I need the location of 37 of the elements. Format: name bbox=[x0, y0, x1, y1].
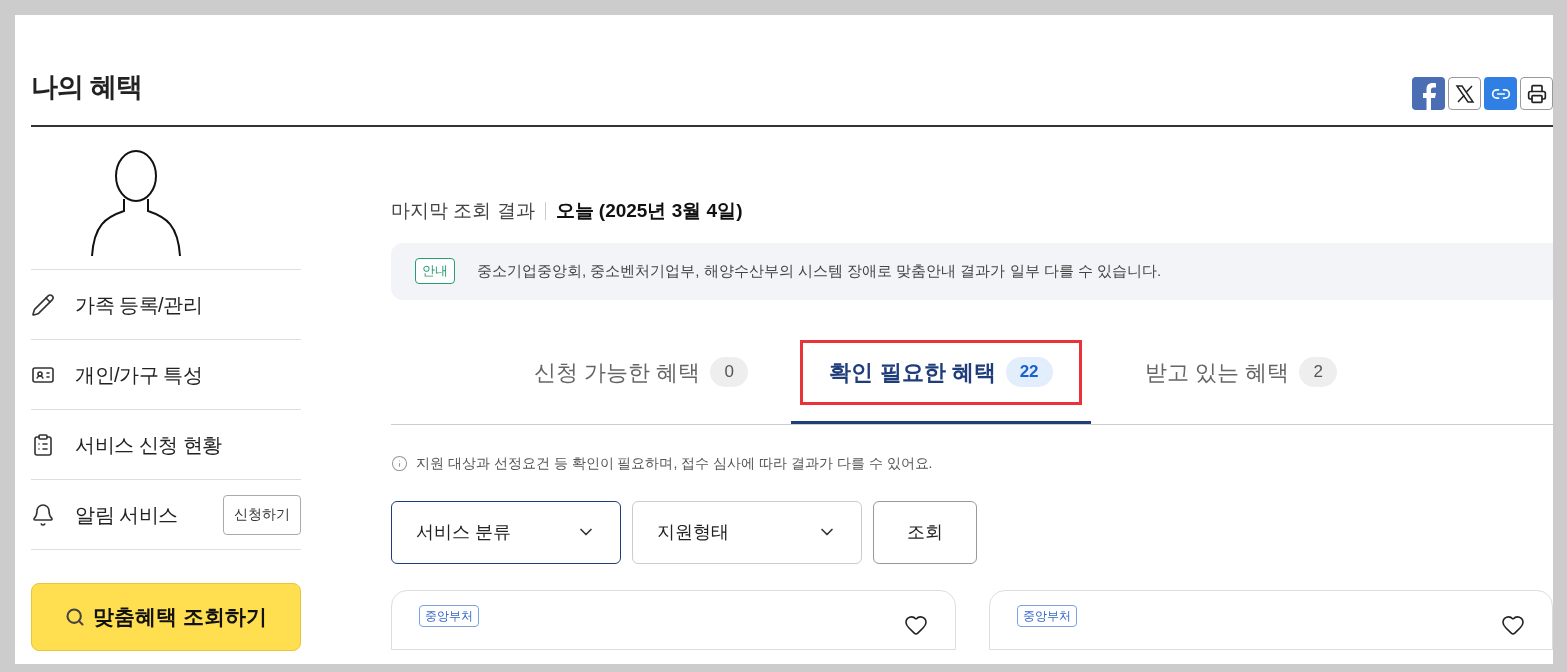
count-badge: 2 bbox=[1299, 357, 1337, 387]
count-badge: 0 bbox=[710, 357, 748, 387]
search-icon bbox=[65, 607, 86, 627]
sidebar-menu-item[interactable]: 서비스 신청 현황 bbox=[75, 429, 222, 460]
x-share-button[interactable] bbox=[1448, 77, 1481, 110]
bell-icon bbox=[31, 502, 55, 527]
page-title: 나의 혜택 bbox=[31, 70, 142, 104]
x-logo-icon bbox=[1454, 83, 1475, 104]
benefit-card[interactable]: 중앙부처 bbox=[988, 589, 1553, 650]
benefit-tab[interactable]: 받고 있는 혜택 2 bbox=[1116, 339, 1366, 405]
benefit-tab[interactable]: 확인 필요한 혜택 22 bbox=[800, 339, 1082, 405]
benefit-search-button[interactable]: 맞춤혜택 조회하기 bbox=[31, 583, 301, 651]
benefit-tab[interactable]: 신청 가능한 혜택 0 bbox=[505, 339, 777, 405]
info-icon bbox=[391, 454, 408, 472]
last-query-date: 오늘 (2025년 3월 4일) bbox=[555, 199, 743, 223]
clipboard-icon bbox=[31, 432, 55, 457]
pencil-icon bbox=[31, 292, 55, 317]
apply-button[interactable]: 신청하기 bbox=[223, 494, 301, 535]
facebook-share-button[interactable] bbox=[1412, 77, 1445, 110]
category-tag: 중앙부처 bbox=[419, 604, 479, 627]
sidebar-menu-item[interactable]: 가족 등록/관리 bbox=[75, 289, 203, 320]
query-button[interactable]: 조회 bbox=[873, 500, 977, 564]
printer-icon bbox=[1526, 83, 1547, 104]
category-tag: 중앙부처 bbox=[1016, 604, 1077, 627]
benefit-card[interactable]: 중앙부처 bbox=[391, 589, 956, 650]
last-query-label: 마지막 조회 결과 bbox=[391, 199, 535, 223]
sidebar-menu-item[interactable]: 개인/가구 특성 bbox=[75, 359, 203, 390]
copy-link-button[interactable] bbox=[1484, 77, 1517, 110]
filter-dropdown[interactable]: 서비스 분류 bbox=[391, 500, 621, 564]
filter-dropdown[interactable]: 지원형태 bbox=[632, 500, 862, 564]
facebook-icon bbox=[1420, 82, 1437, 110]
print-button[interactable] bbox=[1520, 77, 1553, 110]
info-text: 지원 대상과 선정요건 등 확인이 필요하며, 접수 심사에 따라 결과가 다를 수 있어요. bbox=[416, 453, 933, 473]
sidebar-menu-item[interactable]: 알림 서비스 bbox=[75, 499, 178, 530]
notice-badge: 안내 bbox=[415, 258, 455, 284]
count-badge: 22 bbox=[1005, 357, 1053, 387]
notice-text: 중소기업중앙회, 중소벤처기업부, 해양수산부의 시스템 장애로 맞춤안내 결과가 일부 다를 수 있습니다. bbox=[477, 260, 1162, 281]
